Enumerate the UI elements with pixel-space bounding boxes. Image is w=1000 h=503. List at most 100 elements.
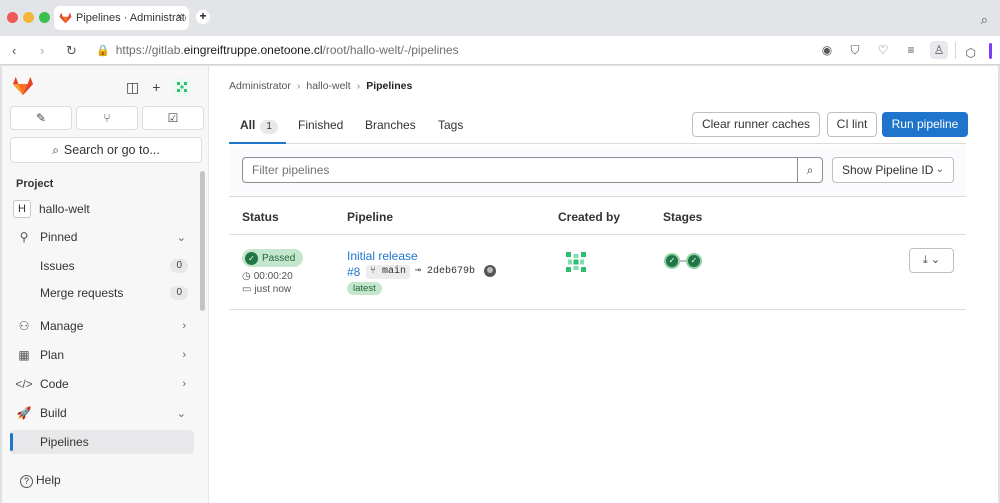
issues-shortcut-icon[interactable]: ✎ bbox=[10, 106, 72, 130]
pipeline-id-link[interactable]: #8 bbox=[347, 265, 360, 279]
calendar-icon: ▦ bbox=[18, 348, 30, 362]
active-tab-indicator bbox=[229, 142, 286, 144]
profile-icon[interactable]: ♙ bbox=[930, 41, 948, 59]
camera-icon[interactable]: ◉ bbox=[818, 41, 836, 59]
clear-runner-caches-button[interactable]: Clear runner caches bbox=[692, 112, 820, 137]
shield-icon[interactable]: ⛉ bbox=[846, 41, 864, 59]
breadcrumb-item[interactable]: hallo-welt bbox=[306, 80, 350, 92]
sidebar-item-pipelines[interactable]: Pipelines bbox=[10, 430, 194, 454]
tab-tags[interactable]: Tags bbox=[438, 118, 463, 132]
sidebar-item-build[interactable]: 🚀 Build ⌄ bbox=[10, 401, 194, 425]
chevron-right-icon: › bbox=[182, 349, 186, 361]
branch-icon: ⑂ bbox=[370, 266, 376, 277]
chevron-down-icon: ⌄ bbox=[176, 407, 186, 420]
pin-icon: ⚲ bbox=[19, 230, 29, 244]
back-icon[interactable]: ‹ bbox=[12, 43, 16, 58]
clock-icon: ◷ bbox=[242, 271, 251, 282]
status-badge[interactable]: ✓ Passed bbox=[242, 249, 304, 267]
stage-passed-icon[interactable]: ✓ bbox=[686, 253, 702, 269]
lock-icon: 🔒 bbox=[96, 45, 110, 57]
help-button[interactable]: ? Help bbox=[20, 473, 61, 488]
user-avatar[interactable] bbox=[173, 78, 192, 96]
address-bar[interactable]: 🔒 https://gitlab.eingreiftruppe.onetoone.… bbox=[96, 43, 459, 57]
tab-all[interactable]: All 1 bbox=[240, 118, 278, 134]
breadcrumb-separator-icon: › bbox=[296, 80, 301, 92]
tab-finished[interactable]: Finished bbox=[298, 118, 343, 132]
forward-icon[interactable]: › bbox=[40, 43, 44, 58]
toggle-sidebar-icon[interactable]: ◫ bbox=[126, 79, 139, 96]
sidebar-item-project[interactable]: H hallo-welt bbox=[10, 197, 194, 221]
merge-requests-shortcut-icon[interactable]: ⑂ bbox=[76, 106, 138, 130]
tab-count-badge: 1 bbox=[260, 120, 278, 134]
browser-tabstrip: Pipelines · Administrator × + ⌕ bbox=[0, 0, 1000, 36]
window-close-button[interactable] bbox=[7, 12, 18, 23]
search-button[interactable]: ⌕ Search or go to... bbox=[10, 137, 202, 163]
plus-icon[interactable]: + bbox=[152, 79, 160, 95]
search-icon: ⌕ bbox=[52, 142, 59, 157]
toolbar-divider bbox=[955, 42, 956, 59]
commit-author-avatar[interactable] bbox=[484, 265, 496, 277]
run-pipeline-button[interactable]: Run pipeline bbox=[882, 112, 968, 137]
commit-icon: ⊸ bbox=[415, 266, 422, 277]
help-icon: ? bbox=[20, 475, 33, 488]
heart-icon[interactable]: ♡ bbox=[874, 41, 892, 59]
search-icon: ⌕ bbox=[806, 163, 814, 177]
new-tab-button[interactable]: + bbox=[196, 10, 210, 24]
column-header-stages: Stages bbox=[663, 210, 703, 224]
sidebar-section-title: Project bbox=[16, 178, 54, 190]
sidebar-item-plan[interactable]: ▦ Plan › bbox=[10, 343, 194, 367]
breadcrumb-current[interactable]: Pipelines bbox=[366, 80, 412, 92]
branch-link[interactable]: ⑂ main bbox=[366, 265, 411, 279]
sidebar-scrollbar[interactable] bbox=[200, 171, 205, 311]
tab-search-icon[interactable]: ⌕ bbox=[981, 12, 988, 28]
pipeline-title-link[interactable]: Initial release bbox=[347, 249, 418, 263]
sidebar-item-manage[interactable]: ⚇ Manage › bbox=[10, 314, 194, 338]
filter-search-button[interactable]: ⌕ bbox=[797, 157, 823, 183]
rocket-icon: 🚀 bbox=[16, 406, 32, 420]
breadcrumb: Administrator › hallo-welt › Pipelines bbox=[229, 80, 412, 92]
filter-pipelines-input[interactable]: Filter pipelines bbox=[242, 157, 798, 183]
browser-tab[interactable]: Pipelines · Administrator × bbox=[54, 6, 189, 30]
chevron-down-icon: ⌄ bbox=[176, 231, 186, 244]
download-icon: ⤓ bbox=[922, 254, 928, 266]
window-minimize-button[interactable] bbox=[23, 12, 34, 23]
sidebar-item-pinned[interactable]: ⚲ Pinned ⌄ bbox=[10, 225, 194, 249]
users-icon: ⚇ bbox=[18, 319, 30, 333]
sidebar: ◫ + ✎ ⑂ ☑ ⌕ Search or go to... Project H… bbox=[2, 66, 209, 503]
table-header: Status Pipeline Created by Stages bbox=[229, 197, 966, 235]
chevron-down-icon: ⌄ bbox=[930, 254, 941, 266]
commit-link[interactable]: ⊸ 2deb679b bbox=[415, 265, 475, 279]
gitlab-favicon-icon bbox=[59, 12, 72, 24]
tab-branches[interactable]: Branches bbox=[365, 118, 416, 132]
sidebar-item-issues[interactable]: Issues 0 bbox=[10, 254, 194, 278]
sidebar-item-code[interactable]: </> Code › bbox=[10, 372, 194, 396]
extension-cube-icon[interactable]: ⬡ bbox=[966, 46, 976, 60]
mr-count-badge: 0 bbox=[170, 286, 188, 300]
reload-icon[interactable]: ↻ bbox=[66, 43, 77, 59]
filter-bar: Filter pipelines ⌕ Show Pipeline ID ⌄ bbox=[229, 145, 966, 197]
latest-badge: latest bbox=[347, 282, 382, 295]
chevron-right-icon: › bbox=[182, 320, 186, 332]
breadcrumb-item[interactable]: Administrator bbox=[229, 80, 291, 92]
gitlab-logo-icon[interactable] bbox=[12, 76, 34, 96]
sliders-icon[interactable]: ≡ bbox=[902, 41, 920, 59]
project-avatar: H bbox=[13, 200, 31, 218]
stage-connector bbox=[678, 260, 686, 262]
table-row: ✓ Passed ◷ 00:00:20 ▭ just now Initial rel… bbox=[229, 235, 966, 310]
column-header-pipeline: Pipeline bbox=[347, 210, 394, 224]
show-pipeline-id-dropdown[interactable]: Show Pipeline ID ⌄ bbox=[832, 157, 954, 183]
main-content: Administrator › hallo-welt › Pipelines A… bbox=[210, 66, 998, 503]
tab-close-icon[interactable]: × bbox=[177, 11, 183, 23]
download-artifacts-button[interactable]: ⤓ ⌄ bbox=[909, 248, 954, 273]
todo-shortcut-icon[interactable]: ☑ bbox=[142, 106, 204, 130]
check-circle-icon: ✓ bbox=[245, 251, 258, 265]
calendar-icon: ▭ bbox=[242, 284, 252, 295]
chevron-right-icon: › bbox=[182, 378, 186, 390]
window-maximize-button[interactable] bbox=[39, 12, 50, 23]
gitlab-app: ◫ + ✎ ⑂ ☑ ⌕ Search or go to... Project H… bbox=[2, 66, 998, 503]
browser-toolbar: ‹ › ↻ 🔒 https://gitlab.eingreiftruppe.one… bbox=[0, 36, 1000, 65]
sidebar-item-merge-requests[interactable]: Merge requests 0 bbox=[10, 281, 194, 305]
pipeline-duration: ◷ 00:00:20 bbox=[242, 271, 293, 282]
ci-lint-button[interactable]: CI lint bbox=[827, 112, 877, 137]
creator-avatar[interactable] bbox=[562, 248, 590, 276]
